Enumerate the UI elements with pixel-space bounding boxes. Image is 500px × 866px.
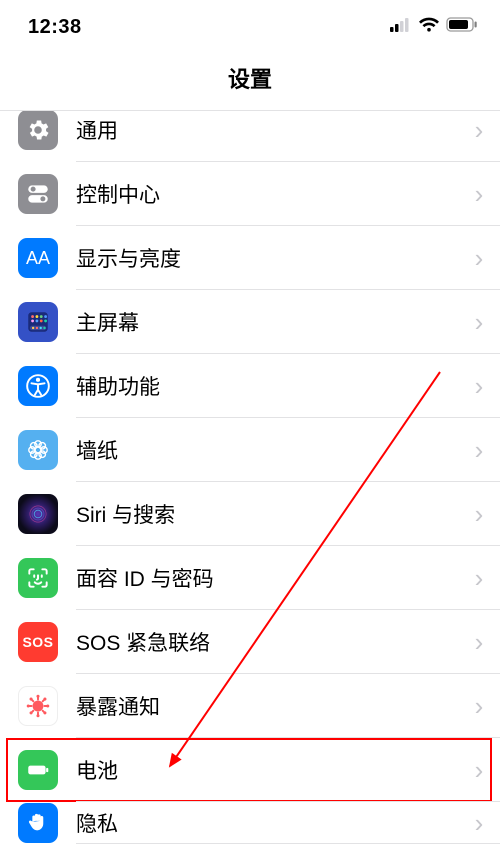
chevron-right-icon: › bbox=[472, 371, 500, 402]
chevron-right-icon: › bbox=[472, 808, 500, 839]
row-label: 控制中心 bbox=[58, 179, 472, 209]
chevron-right-icon: › bbox=[472, 307, 500, 338]
row-label: 显示与亮度 bbox=[58, 243, 472, 273]
chevron-right-icon: › bbox=[472, 243, 500, 274]
row-label: 通用 bbox=[58, 115, 472, 145]
exposure-icon bbox=[18, 686, 58, 726]
chevron-right-icon: › bbox=[472, 691, 500, 722]
gear-icon bbox=[18, 110, 58, 150]
row-label: 辅助功能 bbox=[58, 371, 472, 401]
row-wallpaper[interactable]: 墙纸 › bbox=[0, 418, 500, 482]
row-label: 隐私 bbox=[58, 808, 472, 838]
homescreen-icon bbox=[18, 302, 58, 342]
settings-list: 通用 › 控制中心 › AA 显示与亮度 › 主屏幕 › bbox=[0, 110, 500, 844]
row-label: SOS 紧急联络 bbox=[58, 627, 472, 657]
sos-icon: SOS bbox=[18, 622, 58, 662]
row-controlcenter[interactable]: 控制中心 › bbox=[0, 162, 500, 226]
text-size-icon: AA bbox=[18, 238, 58, 278]
row-battery[interactable]: 电池 › bbox=[0, 738, 500, 802]
row-label: 面容 ID 与密码 bbox=[58, 563, 472, 593]
row-exposure[interactable]: 暴露通知 › bbox=[0, 674, 500, 738]
wifi-icon bbox=[418, 17, 440, 38]
status-indicators bbox=[390, 17, 478, 38]
status-bar: 12:38 bbox=[0, 0, 500, 48]
status-time: 12:38 bbox=[28, 16, 82, 39]
row-label: 主屏幕 bbox=[58, 307, 472, 337]
row-siri[interactable]: Siri 与搜索 › bbox=[0, 482, 500, 546]
battery-icon bbox=[446, 17, 478, 37]
chevron-right-icon: › bbox=[472, 563, 500, 594]
chevron-right-icon: › bbox=[472, 499, 500, 530]
row-label: Siri 与搜索 bbox=[58, 499, 472, 529]
cellular-icon bbox=[390, 18, 412, 37]
row-display[interactable]: AA 显示与亮度 › bbox=[0, 226, 500, 290]
nav-header: 设置 bbox=[0, 48, 500, 110]
chevron-right-icon: › bbox=[472, 179, 500, 210]
row-faceid[interactable]: 面容 ID 与密码 › bbox=[0, 546, 500, 610]
chevron-right-icon: › bbox=[472, 115, 500, 146]
wallpaper-icon bbox=[18, 430, 58, 470]
chevron-right-icon: › bbox=[472, 435, 500, 466]
row-sos[interactable]: SOS SOS 紧急联络 › bbox=[0, 610, 500, 674]
row-label: 电池 bbox=[58, 755, 472, 785]
row-privacy[interactable]: 隐私 › bbox=[0, 802, 500, 844]
toggle-icon bbox=[18, 174, 58, 214]
siri-icon bbox=[18, 494, 58, 534]
row-homescreen[interactable]: 主屏幕 › bbox=[0, 290, 500, 354]
chevron-right-icon: › bbox=[472, 627, 500, 658]
accessibility-icon bbox=[18, 366, 58, 406]
row-label: 暴露通知 bbox=[58, 691, 472, 721]
page-title: 设置 bbox=[0, 62, 500, 94]
faceid-icon bbox=[18, 558, 58, 598]
row-general[interactable]: 通用 › bbox=[0, 110, 500, 162]
chevron-right-icon: › bbox=[472, 755, 500, 786]
privacy-hand-icon bbox=[18, 803, 58, 843]
row-accessibility[interactable]: 辅助功能 › bbox=[0, 354, 500, 418]
battery-row-icon bbox=[18, 750, 58, 790]
row-label: 墙纸 bbox=[58, 435, 472, 465]
